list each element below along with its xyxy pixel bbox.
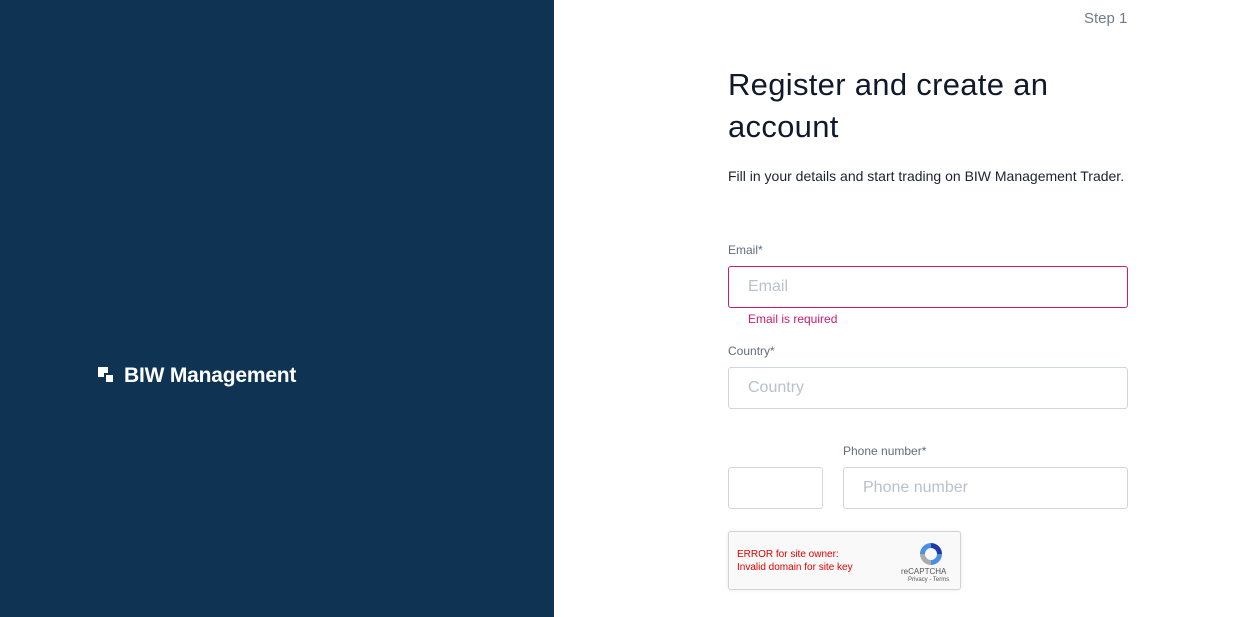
brand-panel: BIW Management (0, 0, 554, 617)
recaptcha-error: ERROR for site owner: Invalid domain for… (737, 549, 853, 573)
phone-label: Phone number* (843, 444, 927, 458)
recaptcha-terms-link[interactable]: Terms (933, 577, 949, 583)
phone-code-select[interactable] (728, 467, 823, 509)
page-subtitle: Fill in your details and start trading o… (728, 168, 1125, 184)
phone-input[interactable] (843, 467, 1128, 509)
email-input[interactable] (728, 266, 1128, 308)
brand-logo: BIW Management (98, 364, 296, 388)
page-title: Register and create an account (728, 67, 1049, 144)
recaptcha-privacy-link[interactable]: Privacy (908, 577, 928, 583)
brand-mark-icon (98, 367, 116, 385)
recaptcha-name: reCAPTCHA (901, 567, 947, 576)
recaptcha-widget[interactable]: ERROR for site owner: Invalid domain for… (728, 531, 961, 590)
recaptcha-logo-icon (920, 543, 942, 565)
brand-name: BIW Management (124, 364, 297, 387)
step-indicator: Step 1 (1084, 10, 1128, 27)
country-label: Country* (728, 344, 775, 358)
email-label: Email* (728, 243, 763, 257)
country-input[interactable] (728, 367, 1128, 409)
email-error-message: Email is required (748, 312, 838, 326)
recaptcha-links: Privacy - Terms (908, 577, 949, 583)
